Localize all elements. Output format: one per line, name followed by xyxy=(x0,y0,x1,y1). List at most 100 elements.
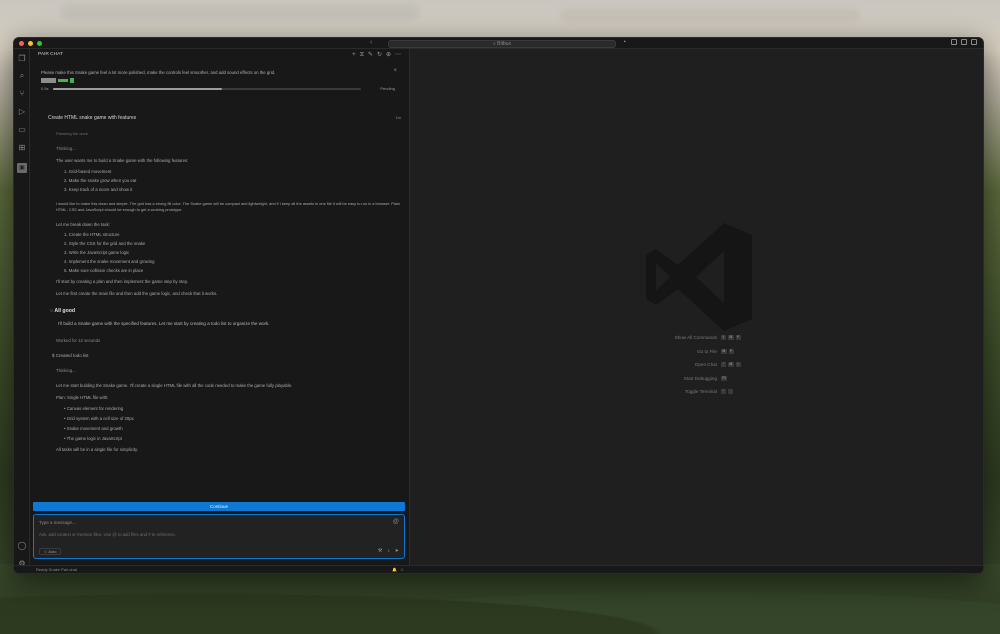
shortcut-keys: ⌘ P xyxy=(721,348,734,354)
feedback-icon[interactable]: ☺ xyxy=(400,567,407,572)
chat-input-hint: Ask, add context or mention files. Use @… xyxy=(39,532,176,537)
agent-paragraph: I would like to make this clean and simp… xyxy=(56,201,400,212)
keycap: ⌃ xyxy=(721,389,726,394)
shortcut-label: Toggle Terminal xyxy=(684,389,717,394)
tools-icon[interactable]: ⚒ xyxy=(378,548,382,554)
layout-controls xyxy=(951,39,977,45)
send-icon[interactable]: ➤ xyxy=(395,548,399,554)
toggle-sidebar-icon[interactable] xyxy=(951,39,957,45)
shortcut-label: Open Chat xyxy=(694,362,717,367)
microphone-icon[interactable]: ♪ xyxy=(387,548,390,554)
vscode-window: ‹ › ⌕ Bitbux ◔ ❐ ⌕ ⑂ ▷ ▭ ⊞ ▣ ◯ ⚙ PAIR CH… xyxy=(13,37,984,574)
remote-explorer-icon[interactable]: ▭ xyxy=(17,125,27,135)
task-title[interactable]: Create HTML snake game with features xyxy=(48,115,136,121)
mention-icon[interactable]: @ xyxy=(393,519,399,525)
run-debug-icon[interactable]: ▷ xyxy=(17,107,27,117)
search-icon[interactable]: ⌕ xyxy=(17,71,27,81)
refresh-icon[interactable]: ↻ xyxy=(377,52,382,58)
edit-icon[interactable]: ✎ xyxy=(368,52,373,58)
keycap: ⇧ xyxy=(721,335,726,340)
attachment-thumbnail[interactable] xyxy=(58,79,68,82)
attachment-thumbnail[interactable] xyxy=(70,78,74,83)
shortcut-label: Show All Commands xyxy=(674,335,717,340)
close-icon[interactable]: × xyxy=(393,68,397,74)
shortcut-label: Start Debugging xyxy=(683,375,717,381)
shortcut-label: Go to File xyxy=(697,348,717,354)
chat-input-box[interactable]: Type a message... @ Ask, add context or … xyxy=(33,514,405,559)
status-bar: Ready Snake Pair chat 🔔☺ xyxy=(14,565,983,573)
chat-input[interactable]: Type a message... xyxy=(39,520,76,525)
agent-text: The user wants me to build a Snake game … xyxy=(56,158,189,163)
command-center-search[interactable]: ⌕ Bitbux xyxy=(388,40,616,48)
plan-step: 5. Make sure collision checks are in pla… xyxy=(64,268,144,273)
thinking-label[interactable]: Thinking... xyxy=(56,368,76,373)
explorer-icon[interactable]: ❐ xyxy=(17,54,27,64)
desktop-wallpaper xyxy=(0,564,1000,634)
source-control-icon[interactable]: ⑂ xyxy=(17,89,27,99)
bullet-text: Grid system with a cell size of 20px xyxy=(66,416,134,421)
new-chat-icon[interactable]: + xyxy=(352,52,356,58)
shortcut-keys: F5 xyxy=(721,375,728,381)
accounts-icon[interactable]: ◯ xyxy=(17,541,27,551)
status-right-icons: 🔔☺ xyxy=(392,566,407,573)
bullet-text: The game logic in JavaScript xyxy=(66,436,122,441)
task-time: 1m xyxy=(395,115,401,120)
keycap: P xyxy=(728,348,734,354)
continue-button[interactable]: Continue xyxy=(33,502,405,511)
keycap: ⌘ xyxy=(728,362,734,367)
chat-panel: PAIR CHAT + ⧖ ✎ ↻ ⊕ ⋯ Please make this S… xyxy=(30,49,410,565)
feature-item: 1. Grid-based movement xyxy=(64,169,112,174)
progress-label: 0.5s xyxy=(41,86,49,91)
status-left[interactable]: Ready Snake Pair chat xyxy=(36,566,77,573)
user-prompt-card: Please make this Snake game feel a lot m… xyxy=(37,65,403,95)
minimize-window-button[interactable] xyxy=(28,40,33,46)
toggle-secondary-sidebar-icon[interactable] xyxy=(971,39,977,45)
worked-for-link[interactable]: Worked for 12 seconds xyxy=(56,338,100,343)
thinking-chip[interactable]: Planning the work xyxy=(56,131,88,136)
chat-header-title: PAIR CHAT xyxy=(38,52,63,57)
extensions-icon[interactable]: ⊞ xyxy=(17,143,27,153)
progress-fill xyxy=(53,88,223,90)
attachment-thumbnail[interactable] xyxy=(41,78,56,83)
keycap: ⌘ xyxy=(721,348,727,354)
model-picker[interactable]: ⊂ Auto xyxy=(39,548,62,555)
bullet-item: • Grid system with a cell size of 20px xyxy=(64,416,134,421)
keycap: ` xyxy=(728,389,733,394)
agent-text: Let me first create the main file and th… xyxy=(56,291,218,296)
window-controls xyxy=(19,40,42,46)
bullet-item: • Canvas element for rendering xyxy=(64,406,124,411)
keycap: ⌃ xyxy=(721,362,726,367)
history-icon[interactable]: ⧖ xyxy=(360,52,364,58)
toggle-panel-icon[interactable] xyxy=(961,39,967,45)
more-actions-icon[interactable]: ⋯ xyxy=(395,52,401,58)
shortcut-row: Open Chat ⌃ ⌘ I xyxy=(611,362,811,376)
thinking-label[interactable]: Thinking... xyxy=(56,146,76,151)
shortcut-keys: ⌃ ⌘ I xyxy=(721,362,741,367)
agent-text: All tasks will be in a single file for s… xyxy=(56,447,139,452)
user-prompt-text: Please make this Snake game feel a lot m… xyxy=(41,70,276,75)
activity-bar: ❐ ⌕ ⑂ ▷ ▭ ⊞ ▣ ◯ ⚙ xyxy=(14,49,30,573)
editor-empty-area: Show All Commands ⇧ ⌘ P Go to File ⌘ P Open Cha… xyxy=(411,49,983,565)
tool-call-line[interactable]: $ Created todo list xyxy=(52,353,89,358)
bullet-item: • The game logic in JavaScript xyxy=(64,436,122,441)
attach-icon[interactable]: ⊕ xyxy=(386,52,391,58)
chat-icon[interactable]: ▣ xyxy=(17,163,27,173)
agent-text: Let me break down the task: xyxy=(56,222,110,227)
agent-text: Plan: Single HTML file with: xyxy=(56,395,109,400)
keycap: I xyxy=(735,362,741,367)
section-head-text: All good xyxy=(54,308,76,314)
shortcut-keys: ⇧ ⌘ P xyxy=(721,335,741,340)
agent-text: Let me start building the Snake game. I'… xyxy=(56,383,293,388)
copilot-icon[interactable]: ◔ xyxy=(622,39,626,46)
notifications-icon[interactable]: 🔔 xyxy=(392,567,400,572)
feature-item: 2. Make the snake grow when you eat xyxy=(64,178,137,183)
agent-text: I'll start by creating a plan and then i… xyxy=(56,279,189,284)
chat-header-actions: + ⧖ ✎ ↻ ⊕ ⋯ xyxy=(352,52,401,58)
close-window-button[interactable] xyxy=(19,40,24,46)
bullet-text: Canvas element for rendering xyxy=(66,406,124,411)
shortcut-keys: ⌃ ` xyxy=(721,389,733,394)
command-center-text: Bitbux xyxy=(497,41,512,47)
vscode-logo-icon xyxy=(646,223,752,331)
input-tools: ⚒ ♪ ➤ xyxy=(378,548,399,554)
zoom-window-button[interactable] xyxy=(37,40,42,46)
